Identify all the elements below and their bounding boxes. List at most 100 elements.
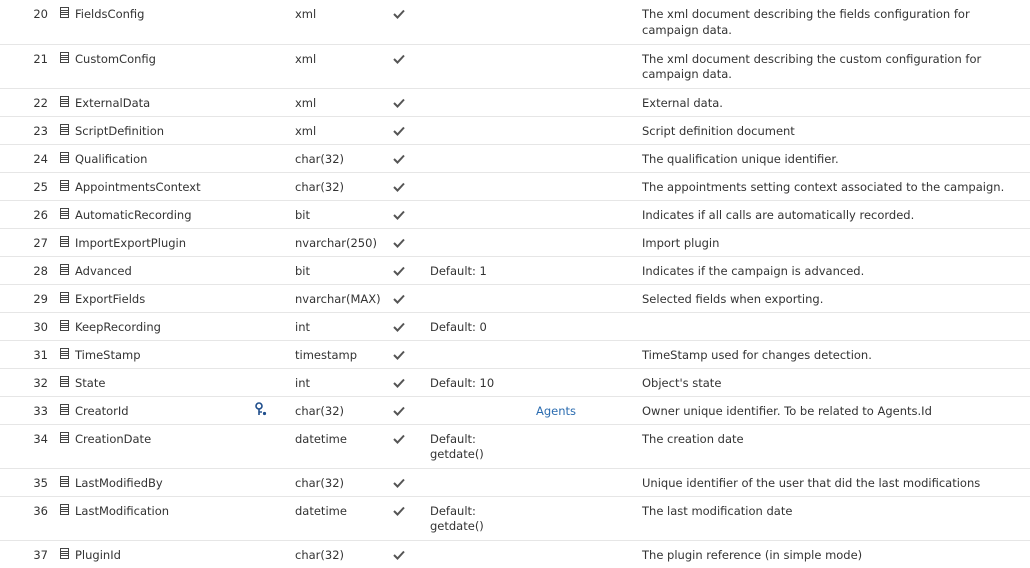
checkmark-icon xyxy=(393,266,430,276)
column-icon xyxy=(60,7,70,18)
column-icon xyxy=(60,319,70,331)
column-name: KeepRecording xyxy=(75,319,161,334)
table-row[interactable]: 23 ScriptDefinition xml Script definition d… xyxy=(0,116,1030,145)
foreign-key-cell xyxy=(536,340,642,369)
table-row[interactable]: 35 LastModifiedBy char(32) Unique identifie… xyxy=(0,468,1030,497)
column-description: Import plugin xyxy=(642,228,1030,257)
default-value: Default: getdate() xyxy=(430,496,536,541)
column-icon xyxy=(60,431,70,443)
table-row[interactable]: 20 FieldsConfig xml The xml document descri… xyxy=(0,0,1030,45)
column-name-cell: CustomConfig xyxy=(60,44,255,89)
key-cell xyxy=(255,200,295,229)
foreign-key-cell xyxy=(536,284,642,313)
table-row[interactable]: 30 KeepRecording int Default: 0 xyxy=(0,312,1030,341)
row-number: 30 xyxy=(0,312,60,341)
checkmark-icon xyxy=(393,54,430,64)
column-description: Script definition document xyxy=(642,116,1030,145)
nullable-cell xyxy=(393,116,430,145)
nullable-cell xyxy=(393,172,430,201)
checkmark-icon xyxy=(393,406,430,416)
table-row[interactable]: 31 TimeStamp timestamp TimeStamp used for c… xyxy=(0,340,1030,369)
column-icon xyxy=(60,207,70,219)
table-row[interactable]: 26 AutomaticRecording bit Indicates if all … xyxy=(0,200,1030,229)
default-value xyxy=(430,44,536,89)
data-type: bit xyxy=(295,200,393,229)
foreign-key-cell xyxy=(536,368,642,397)
data-type: char(32) xyxy=(295,144,393,173)
default-value: Default: 0 xyxy=(430,312,536,341)
row-number: 31 xyxy=(0,340,60,369)
foreign-key-cell xyxy=(536,312,642,341)
column-name-cell: LastModification xyxy=(60,496,255,541)
column-name: LastModification xyxy=(75,503,170,518)
column-name-cell: CreatorId xyxy=(60,396,255,425)
table-row[interactable]: 21 CustomConfig xml The xml document descri… xyxy=(0,44,1030,89)
column-icon xyxy=(60,375,70,387)
checkmark-icon xyxy=(393,238,430,248)
column-name-cell: State xyxy=(60,368,255,397)
row-number: 20 xyxy=(0,0,60,45)
nullable-cell xyxy=(393,396,430,425)
table-row[interactable]: 32 State int Default: 10 Object's state xyxy=(0,368,1030,397)
foreign-key-link[interactable]: Agents xyxy=(536,404,576,418)
table-row[interactable]: 36 LastModification datetime Default: getda… xyxy=(0,496,1030,541)
row-number: 29 xyxy=(0,284,60,313)
default-value xyxy=(430,172,536,201)
key-cell xyxy=(255,256,295,285)
default-value xyxy=(430,0,536,45)
checkmark-icon xyxy=(393,210,430,220)
row-number: 22 xyxy=(0,88,60,117)
data-type: nvarchar(MAX) xyxy=(295,284,393,313)
nullable-cell xyxy=(393,340,430,369)
key-cell xyxy=(255,312,295,341)
table-row[interactable]: 34 CreationDate datetime Default: getdate()… xyxy=(0,424,1030,469)
column-name: TimeStamp xyxy=(75,347,141,362)
column-name-cell: FieldsConfig xyxy=(60,0,255,45)
row-number: 34 xyxy=(0,424,60,469)
column-icon xyxy=(60,123,70,135)
key-cell xyxy=(255,284,295,313)
data-type: char(32) xyxy=(295,396,393,425)
column-name-cell: ExportFields xyxy=(60,284,255,313)
table-row[interactable]: 24 Qualification char(32) The qualification… xyxy=(0,144,1030,173)
default-value xyxy=(430,116,536,145)
foreign-key-cell xyxy=(536,0,642,45)
default-value xyxy=(430,88,536,117)
column-icon xyxy=(60,547,70,559)
checkmark-icon xyxy=(393,478,430,488)
table-row[interactable]: 22 ExternalData xml External data. xyxy=(0,88,1030,117)
table-row[interactable]: 27 ImportExportPlugin nvarchar(250) Import … xyxy=(0,228,1030,257)
column-name-cell: CreationDate xyxy=(60,424,255,469)
default-value xyxy=(430,200,536,229)
key-cell xyxy=(255,116,295,145)
column-icon xyxy=(60,151,70,163)
table-row[interactable]: 25 AppointmentsContext char(32) The appoint… xyxy=(0,172,1030,201)
checkmark-icon xyxy=(393,378,430,388)
key-cell xyxy=(255,228,295,257)
key-cell xyxy=(255,396,295,425)
foreign-key-cell[interactable]: Agents xyxy=(536,396,642,425)
key-cell xyxy=(255,44,295,89)
key-cell xyxy=(255,172,295,201)
foreign-key-cell xyxy=(536,256,642,285)
checkmark-icon xyxy=(393,434,430,444)
data-type: xml xyxy=(295,116,393,145)
data-type: bit xyxy=(295,256,393,285)
checkmark-icon xyxy=(393,294,430,304)
table-row[interactable]: 29 ExportFields nvarchar(MAX) Selected fiel… xyxy=(0,284,1030,313)
key-cell xyxy=(255,144,295,173)
column-icon xyxy=(60,347,70,359)
foreign-key-cell xyxy=(536,496,642,541)
nullable-cell xyxy=(393,200,430,229)
nullable-cell xyxy=(393,368,430,397)
checkmark-icon xyxy=(393,154,430,164)
column-name-cell: ScriptDefinition xyxy=(60,116,255,145)
data-type: char(32) xyxy=(295,468,393,497)
checkmark-icon xyxy=(393,9,430,19)
column-description: Owner unique identifier. To be related t… xyxy=(642,396,1030,425)
column-description: The creation date xyxy=(642,424,1030,469)
column-name: ExportFields xyxy=(75,291,146,306)
row-number: 32 xyxy=(0,368,60,397)
table-row[interactable]: 28 Advanced bit Default: 1 Indicates if the … xyxy=(0,256,1030,285)
table-row[interactable]: 33 CreatorId char(32) Agents Owner unique id… xyxy=(0,396,1030,425)
